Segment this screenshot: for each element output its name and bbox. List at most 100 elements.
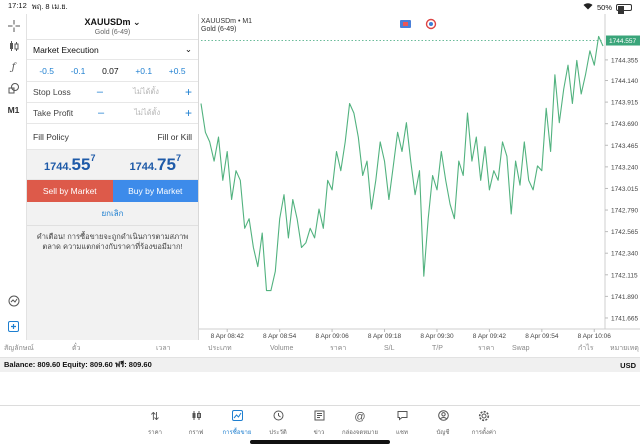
indicator-icon[interactable]: ƒ	[4, 59, 23, 75]
tab-mailbox[interactable]: @ กล่องจดหมาย	[340, 410, 380, 437]
volume-minus-small-button[interactable]: -0.1	[71, 66, 86, 76]
battery-percent: 50%	[596, 2, 612, 12]
y-tick-label: 1743.240	[611, 164, 638, 171]
chart-toolbar: ƒ M1	[0, 14, 27, 340]
x-tick-label: 8 Apr 09:42	[473, 333, 507, 340]
signal-icon[interactable]	[425, 18, 437, 30]
volume-minus-big-button[interactable]: -0.5	[39, 66, 54, 76]
y-tick-label: 1744.140	[611, 78, 638, 85]
tab-account[interactable]: บัญชี	[423, 410, 463, 437]
trade-icon	[217, 410, 257, 425]
tab-quotes[interactable]: ⇅ ราคา	[135, 410, 175, 437]
history-icon	[258, 410, 298, 425]
tab-chart[interactable]: กราฟ	[176, 410, 216, 437]
col-volume: Volume	[270, 345, 294, 352]
market-warning: คำเตือน! การซื้อขายจะถูกดำเนินการตามสภาพ…	[36, 232, 189, 251]
cancel-button[interactable]: ยกเลิก	[27, 202, 198, 226]
status-date: พฤ. 8 เม.ย.	[31, 2, 68, 11]
take-profit-row: Take Profit – ไม่ได้ตั้ง +	[27, 103, 198, 124]
volume-plus-big-button[interactable]: +0.5	[169, 66, 186, 76]
tab-news[interactable]: ข่าว	[299, 410, 339, 437]
x-tick-label: 8 Apr 09:30	[420, 333, 454, 340]
timeframe-selector[interactable]: M1	[4, 102, 23, 118]
col-symbol: สัญลักษณ์	[4, 345, 34, 352]
chart-title: XAUUSDm • M1	[201, 18, 252, 25]
take-profit-label: Take Profit	[33, 108, 74, 118]
tab-history[interactable]: ประวัติ	[258, 410, 298, 437]
x-tick-label: 8 Apr 08:42	[211, 333, 245, 340]
execution-type-select[interactable]: Market Execution ⌄	[27, 40, 198, 60]
balance-text: Balance: 809.60 Equity: 809.60 ฟรี: 809.…	[4, 360, 152, 369]
x-tick-label: 8 Apr 09:06	[315, 333, 349, 340]
mailbox-icon: @	[354, 411, 366, 423]
col-price: ราคา	[330, 345, 347, 352]
y-tick-label: 1743.465	[611, 143, 638, 150]
crosshair-icon[interactable]	[4, 18, 23, 34]
col-comment: หมายเหตุ	[610, 345, 639, 352]
col-sl: S/L	[384, 345, 395, 352]
take-profit-input[interactable]: ไม่ได้ตั้ง	[124, 107, 160, 119]
stop-loss-label: Stop Loss	[33, 87, 71, 97]
y-tick-label: 1742.115	[611, 272, 638, 279]
col-swap: Swap	[512, 345, 530, 352]
market-watch-icon[interactable]	[4, 293, 23, 309]
news-icon	[299, 410, 339, 425]
chart-canvas[interactable]: XAUUSDm • M1 Gold (6-49) 1744.557 1744.3…	[199, 14, 640, 340]
y-tick-label: 1743.690	[611, 121, 638, 128]
volume-input[interactable]: 0.07	[102, 66, 119, 76]
fill-policy-value: Fill or Kill	[157, 131, 192, 142]
y-tick-label: 1742.790	[611, 208, 638, 215]
home-indicator	[250, 440, 390, 444]
y-tick-label: 1742.340	[611, 251, 638, 258]
bid-price: 1744.557	[44, 152, 96, 174]
balance-currency: USD	[620, 360, 636, 370]
y-tick-label: 1742.565	[611, 229, 638, 236]
objects-icon[interactable]	[4, 80, 23, 96]
new-order-icon[interactable]	[4, 318, 23, 334]
stop-loss-row: Stop Loss – ไม่ได้ตั้ง +	[27, 82, 198, 103]
chevron-down-icon: ⌄	[132, 17, 141, 27]
y-tick-label: 1741.665	[611, 315, 638, 322]
chart-subtitle: Gold (6-49)	[201, 26, 236, 33]
status-time: 17:12	[8, 1, 27, 10]
col-current-price: ราคา	[478, 345, 495, 352]
status-bar: 17:12 พฤ. 8 เม.ย. 50%	[0, 0, 640, 32]
col-profit: กำไร	[578, 345, 594, 352]
volume-stepper: -0.5 -0.1 0.07 +0.1 +0.5	[27, 60, 198, 82]
price-chart[interactable]: XAUUSDm • M1 Gold (6-49) 1744.557 1744.3…	[199, 14, 640, 340]
symbol-name: XAUUSDm	[84, 17, 131, 27]
y-tick-label: 1741.890	[611, 294, 638, 301]
fill-policy-select[interactable]: Fill Policy Fill or Kill	[27, 124, 198, 150]
col-type: ประเภท	[208, 345, 232, 352]
stop-loss-minus-button[interactable]: –	[97, 86, 103, 98]
battery-icon	[616, 3, 632, 32]
fill-policy-label: Fill Policy	[33, 131, 69, 142]
take-profit-minus-button[interactable]: –	[98, 107, 104, 119]
tab-chat[interactable]: แชท	[382, 410, 422, 437]
chart-icon	[176, 410, 216, 425]
balance-bar: Balance: 809.60 Equity: 809.60 ฟรี: 809.…	[0, 358, 640, 372]
volume-plus-small-button[interactable]: +0.1	[135, 66, 152, 76]
gear-icon	[464, 410, 504, 425]
symbol-selector[interactable]: XAUUSDm ⌄ Gold (6-49)	[27, 14, 198, 40]
account-icon	[423, 410, 463, 425]
price-series-line	[200, 35, 604, 292]
one-click-trading-icon[interactable]	[400, 20, 411, 28]
current-price-label: 1744.557	[609, 38, 636, 45]
stop-loss-plus-button[interactable]: +	[185, 85, 192, 99]
candlestick-icon[interactable]	[4, 38, 23, 54]
take-profit-plus-button[interactable]: +	[185, 106, 192, 120]
execution-type-label: Market Execution	[33, 44, 99, 55]
stop-loss-input[interactable]: ไม่ได้ตั้ง	[123, 86, 159, 98]
buy-by-market-button[interactable]: Buy by Market	[112, 180, 198, 202]
col-time: เวลา	[156, 345, 171, 352]
tab-trade[interactable]: การซื้อขาย	[217, 410, 257, 437]
x-tick-label: 8 Apr 10:06	[578, 333, 612, 340]
sell-by-market-button[interactable]: Sell by Market	[27, 180, 113, 202]
chevron-down-icon: ⌄	[184, 44, 192, 54]
col-ticket: ตั๋ว	[72, 345, 81, 352]
chat-icon	[382, 410, 422, 425]
wifi-icon	[583, 2, 593, 12]
tab-settings[interactable]: การตั้งค่า	[464, 410, 504, 437]
col-tp: T/P	[432, 345, 443, 352]
